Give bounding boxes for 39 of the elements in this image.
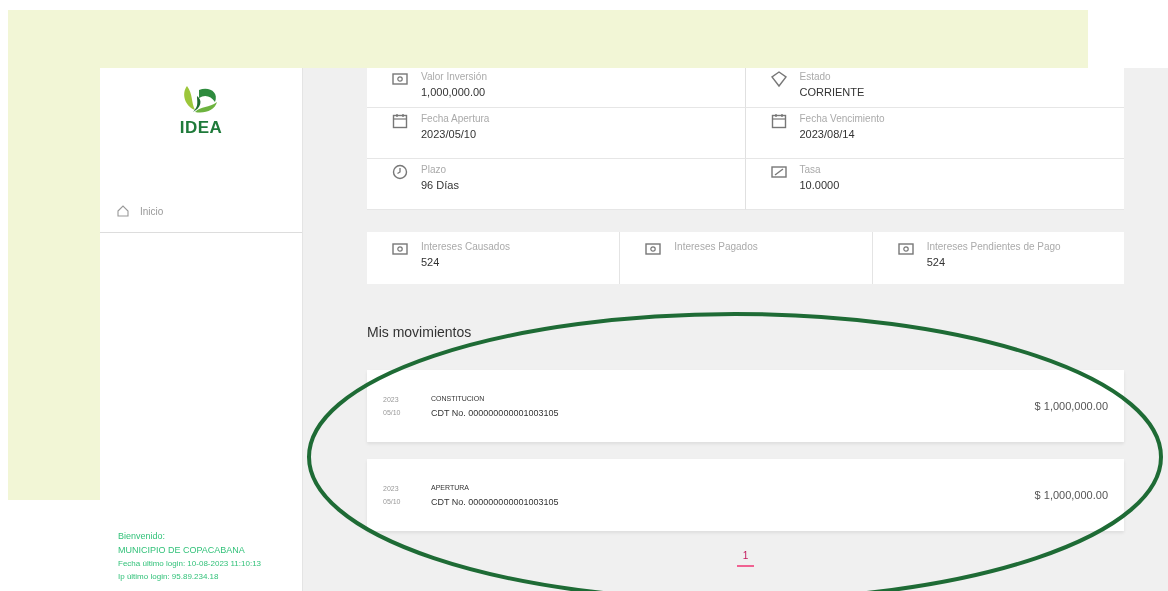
movement-reference: CDT No. 000000000001003105 xyxy=(431,407,560,418)
field-value: CORRIENTE xyxy=(799,85,865,100)
field-value: 1,000,000.00 xyxy=(421,85,487,100)
banknote-icon xyxy=(896,240,915,258)
field-label: Intereses Pendientes de Pago xyxy=(926,240,1061,254)
welcome-text: Bienvenido: xyxy=(118,531,167,541)
field-label: Fecha Apertura xyxy=(421,112,490,126)
last-login-text: Fecha último login: 10-08-2023 11:10:13 xyxy=(118,559,263,568)
calendar-icon xyxy=(769,112,788,130)
page-button[interactable]: 1 xyxy=(736,548,755,567)
field-value: 524 xyxy=(926,255,946,270)
field-label: Estado xyxy=(799,70,832,84)
field-label: Fecha Vencimiento xyxy=(799,112,885,126)
field-value: 96 Días xyxy=(421,178,459,193)
field-value: 10.0000 xyxy=(799,178,840,193)
field-label: Intereses Causados xyxy=(421,240,510,254)
calendar-icon xyxy=(391,112,409,130)
field-value: 524 xyxy=(421,255,441,270)
diamond-icon xyxy=(769,70,788,88)
banknote-icon xyxy=(644,240,663,258)
field-label: Intereses Pagados xyxy=(674,240,758,254)
banknote-icon xyxy=(391,240,409,258)
nav-item[interactable]: Inicio xyxy=(100,198,302,224)
movement-amount: $ 1,000,000.00 xyxy=(1034,489,1108,501)
movement-reference: CDT No. 000000000001003105 xyxy=(431,496,560,507)
user-name: MUNICIPIO DE COPACABANA xyxy=(118,545,246,555)
section-title: Mis movimientos xyxy=(367,324,473,340)
movement-amount: $ 1,000,000.00 xyxy=(1034,400,1108,412)
logo-text: IDEA xyxy=(179,118,223,138)
home-icon xyxy=(116,204,130,218)
field-label: Tasa xyxy=(799,163,822,177)
last-ip-text: Ip último login: 95.89.234.18 xyxy=(118,572,220,581)
field-value: 2023/05/10 xyxy=(421,127,478,142)
field-value: 2023/08/14 xyxy=(799,127,856,142)
field-label: Valor Inversión xyxy=(421,70,487,84)
clock-icon xyxy=(391,163,409,181)
field-label: Plazo xyxy=(421,163,447,177)
banknote-icon xyxy=(391,70,409,88)
percent-icon xyxy=(769,163,788,181)
